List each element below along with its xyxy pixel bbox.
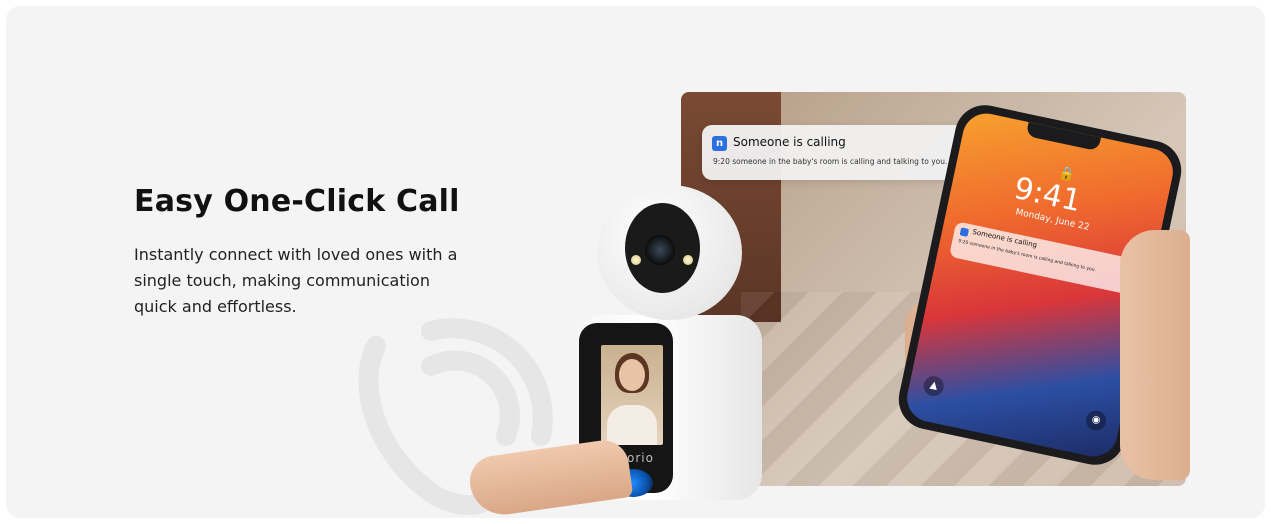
feature-copy: Easy One-Click Call Instantly connect wi…	[134, 182, 494, 320]
notification-title: Someone is calling	[733, 135, 846, 149]
feature-title: Easy One-Click Call	[134, 184, 460, 219]
notification-body: 9:20 someone in the baby's room is calli…	[713, 157, 948, 166]
lock-screen-notification[interactable]: Someone is calling 9:20 someone in the b…	[948, 221, 1143, 296]
camera-head	[597, 185, 742, 320]
noorio-app-icon: n	[712, 136, 727, 151]
call-notification-banner[interactable]: n Someone is calling 9:20 someone in the…	[702, 125, 972, 180]
caller-face	[619, 359, 645, 391]
flashlight-icon[interactable]: ▲	[921, 374, 946, 398]
caller-shirt	[607, 405, 657, 445]
hand-right	[1120, 230, 1190, 480]
video-call-screen	[601, 345, 663, 445]
noorio-app-icon	[959, 227, 970, 237]
camera-icon[interactable]: ◉	[1084, 408, 1108, 433]
camera-lens-icon	[645, 235, 675, 265]
camera-led-left	[631, 255, 641, 265]
camera-led-right	[683, 255, 693, 265]
